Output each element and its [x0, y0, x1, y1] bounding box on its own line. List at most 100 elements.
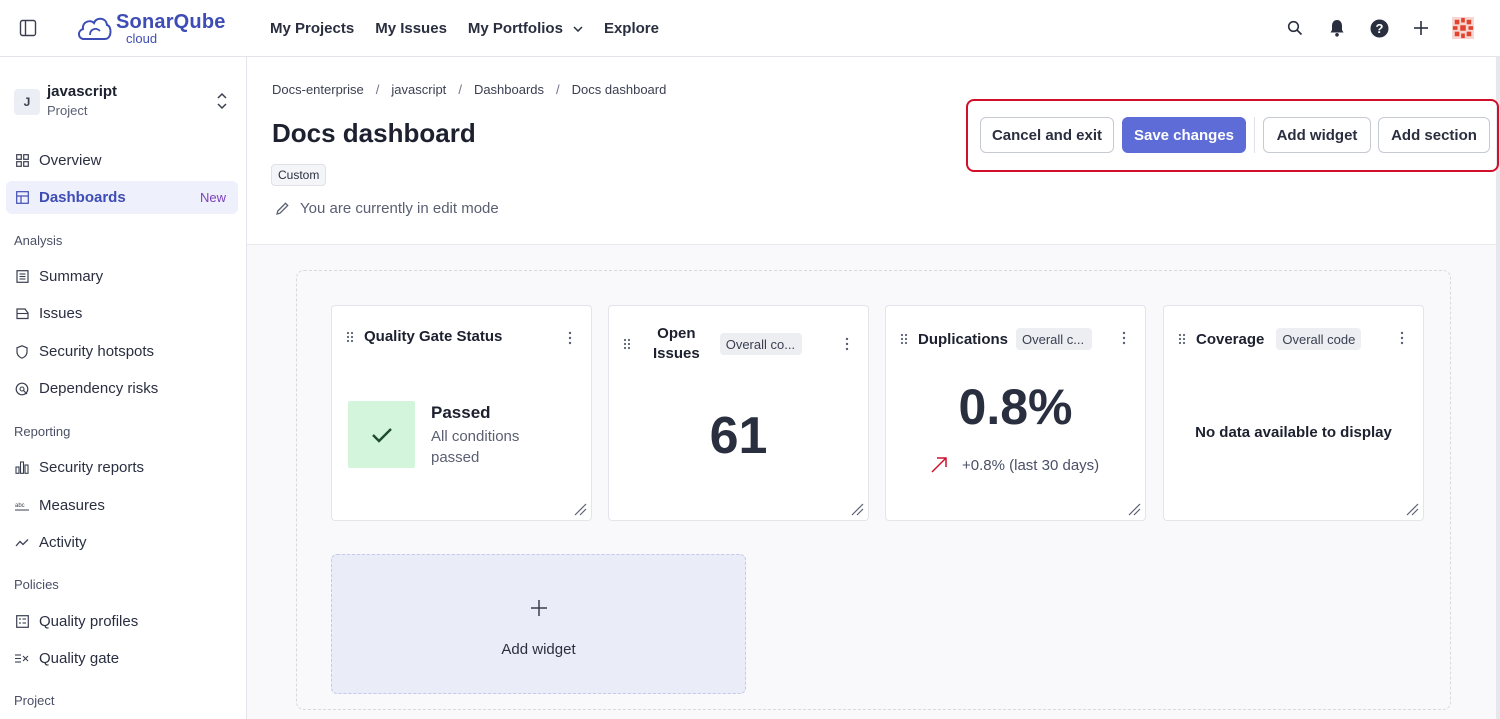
- project-switcher[interactable]: J javascript Project: [14, 83, 234, 123]
- sidebar-item-quality-gate[interactable]: Quality gate: [6, 642, 238, 675]
- search-icon[interactable]: [1284, 17, 1306, 39]
- sidebar-toggle-icon[interactable]: [19, 19, 37, 37]
- project-name: javascript: [47, 83, 118, 100]
- cancel-and-exit-button[interactable]: Cancel and exit: [980, 117, 1114, 153]
- shield-icon: [15, 344, 29, 359]
- nav-explore[interactable]: Explore: [604, 20, 659, 37]
- activity-icon: [15, 536, 29, 550]
- drag-handle-icon[interactable]: [623, 338, 633, 350]
- section-policies: Policies: [14, 577, 59, 592]
- sidebar-item-label: Quality gate: [39, 650, 120, 667]
- bell-icon[interactable]: [1326, 17, 1348, 39]
- dashboard-icon: [15, 191, 29, 205]
- plus-icon[interactable]: [1410, 17, 1432, 39]
- nav-my-issues[interactable]: My Issues: [375, 20, 447, 37]
- resize-handle-icon[interactable]: [1127, 502, 1141, 516]
- open-issues-widget[interactable]: Open Issues Overall co... 61: [608, 305, 869, 521]
- resize-handle-icon[interactable]: [850, 502, 864, 516]
- edit-mode-text: You are currently in edit mode: [300, 200, 499, 217]
- section-reporting: Reporting: [14, 424, 71, 439]
- chevron-down-icon: [573, 25, 583, 32]
- drag-handle-icon[interactable]: [346, 331, 356, 343]
- dependency-risk-icon: [15, 382, 29, 396]
- scope-tag: Overall co...: [719, 333, 802, 355]
- save-changes-button[interactable]: Save changes: [1122, 117, 1246, 153]
- empty-state-text: No data available to display: [1195, 424, 1392, 441]
- bar-chart-icon: [15, 461, 29, 475]
- breadcrumb-separator: /: [458, 82, 462, 97]
- more-vertical-icon[interactable]: [1117, 328, 1131, 348]
- quality-gate-widget[interactable]: Quality Gate Status Passed All condition…: [331, 305, 592, 521]
- resize-handle-icon[interactable]: [573, 502, 587, 516]
- sidebar-item-dashboards[interactable]: Dashboards New: [6, 181, 238, 214]
- chevron-up-down-icon: [217, 92, 227, 110]
- sidebar-item-label: Dashboards: [39, 189, 126, 206]
- custom-tag: Custom: [271, 164, 327, 186]
- add-widget-label: Add widget: [501, 641, 576, 658]
- duplications-value[interactable]: 0.8%: [886, 378, 1145, 436]
- quality-gate-detail: All conditions passed: [431, 428, 520, 466]
- logo-subtext: cloud: [126, 31, 158, 46]
- more-vertical-icon[interactable]: [840, 334, 854, 354]
- nav-my-portfolios-label: My Portfolios: [467, 20, 563, 37]
- widget-title: Duplications: [918, 330, 1009, 348]
- section-project: Project: [14, 693, 55, 708]
- sidebar-item-label: Dependency risks: [39, 380, 159, 397]
- svg-text:?: ?: [1375, 21, 1383, 36]
- more-vertical-icon[interactable]: [1395, 328, 1409, 348]
- sidebar-item-security-hotspots[interactable]: Security hotspots: [6, 335, 238, 368]
- actions-divider: [1254, 117, 1255, 153]
- sidebar-item-measures[interactable]: abc Measures: [6, 489, 238, 522]
- sidebar-item-summary[interactable]: Summary: [6, 260, 238, 293]
- page-title: Docs dashboard: [272, 118, 476, 148]
- summary-icon: [15, 270, 29, 284]
- sidebar-item-label: Measures: [39, 497, 105, 514]
- add-widget-button[interactable]: Add widget: [1263, 117, 1371, 153]
- widget-header: Duplications Overall c...: [900, 328, 1131, 350]
- issues-icon: [15, 307, 29, 321]
- quality-gate-icon: [15, 652, 29, 666]
- more-vertical-icon[interactable]: [563, 328, 577, 348]
- widget-header: Open Issues Overall co...: [623, 324, 854, 364]
- nav-my-projects[interactable]: My Projects: [270, 20, 354, 37]
- cloud-logo-icon: [78, 17, 112, 40]
- widget-title: Quality Gate Status: [364, 328, 503, 345]
- breadcrumb-separator: /: [556, 82, 560, 97]
- open-issues-count[interactable]: 61: [609, 406, 868, 466]
- sidebar-item-label: Security hotspots: [39, 343, 155, 360]
- widget-title: Open Issues: [653, 324, 700, 364]
- sidebar-item-label: Summary: [39, 268, 104, 285]
- add-section-button[interactable]: Add section: [1378, 117, 1490, 153]
- nav-my-portfolios[interactable]: My Portfolios: [468, 20, 583, 37]
- top-icons: ?: [1284, 14, 1474, 42]
- breadcrumb-dashboards[interactable]: Dashboards: [474, 82, 544, 97]
- drag-handle-icon[interactable]: [1178, 333, 1188, 345]
- section-analysis: Analysis: [14, 233, 63, 248]
- duplications-widget[interactable]: Duplications Overall c... 0.8% +0.8% (la…: [885, 305, 1146, 521]
- sidebar-item-dependency-risks[interactable]: Dependency risks: [6, 372, 238, 405]
- breadcrumb-current: Docs dashboard: [571, 82, 667, 97]
- breadcrumb-project[interactable]: javascript: [391, 82, 446, 97]
- sidebar-item-activity[interactable]: Activity: [6, 526, 238, 559]
- quality-gate-status: Passed: [431, 403, 491, 422]
- breadcrumb-organization[interactable]: Docs-enterprise: [272, 82, 364, 97]
- trend-up-arrow-icon: [931, 457, 947, 473]
- drag-handle-icon[interactable]: [900, 333, 910, 345]
- widget-title-line: Open: [657, 325, 696, 342]
- resize-handle-icon[interactable]: [1405, 502, 1419, 516]
- sonarqube-logo[interactable]: SonarQube cloud: [76, 9, 226, 47]
- add-widget-tile[interactable]: Add widget: [331, 554, 746, 694]
- coverage-widget[interactable]: Coverage Overall code No data available …: [1163, 305, 1424, 521]
- sidebar-item-label: Quality profiles: [39, 613, 139, 630]
- sidebar-item-overview[interactable]: Overview: [6, 144, 238, 177]
- project-avatar: J: [14, 89, 40, 115]
- avatar[interactable]: [1452, 17, 1474, 39]
- help-icon[interactable]: ?: [1368, 17, 1390, 39]
- sidebar-item-security-reports[interactable]: Security reports: [6, 451, 238, 484]
- sidebar: J javascript Project Overview Dashboards…: [0, 57, 247, 719]
- sidebar-item-issues[interactable]: Issues: [6, 297, 238, 330]
- sidebar-item-quality-profiles[interactable]: Quality profiles: [6, 605, 238, 638]
- widget-title-line: Issues: [653, 345, 700, 362]
- breadcrumb: Docs-enterprise / javascript / Dashboard…: [272, 82, 666, 97]
- pencil-icon: [276, 202, 289, 215]
